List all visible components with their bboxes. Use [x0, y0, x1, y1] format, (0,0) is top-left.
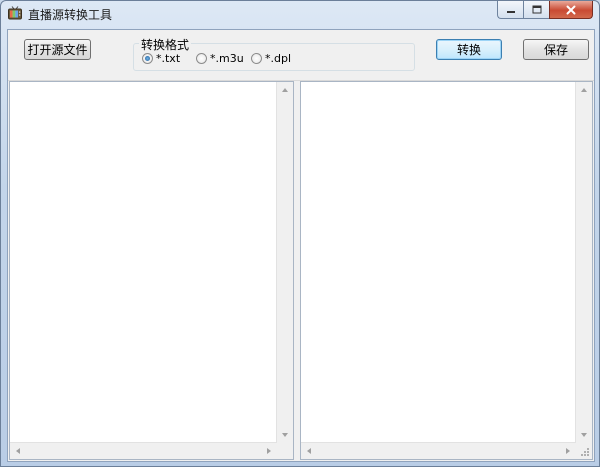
scroll-down-arrow-icon[interactable] [282, 433, 288, 437]
radio-circle [196, 53, 207, 64]
open-source-file-button[interactable]: 打开源文件 [24, 39, 91, 60]
radio-m3u-label: *.m3u [210, 52, 244, 65]
scroll-down-arrow-icon[interactable] [581, 433, 587, 437]
scroll-right-arrow-icon[interactable] [566, 448, 570, 454]
radio-m3u[interactable]: *.m3u [196, 52, 244, 65]
format-group-label: 转换格式 [139, 36, 192, 53]
close-icon [566, 5, 576, 14]
source-textarea[interactable] [9, 81, 294, 460]
app-window: 直播源转换工具 打开源文件 转换格式 *.txt *.m3u *.dpl 转换 … [0, 0, 600, 467]
toolbar: 打开源文件 转换格式 *.txt *.m3u *.dpl 转换 保存 [8, 30, 594, 81]
radio-selected-dot [145, 56, 150, 61]
caption-buttons [497, 1, 593, 20]
scroll-up-arrow-icon[interactable] [282, 88, 288, 92]
client-area: 打开源文件 转换格式 *.txt *.m3u *.dpl 转换 保存 [7, 29, 595, 462]
scroll-left-arrow-icon[interactable] [16, 448, 20, 454]
convert-button[interactable]: 转换 [436, 39, 502, 60]
radio-dpl[interactable]: *.dpl [251, 52, 291, 65]
save-button[interactable]: 保存 [523, 39, 589, 60]
scroll-left-arrow-icon[interactable] [307, 448, 311, 454]
tv-icon [8, 6, 22, 20]
scroll-corner [576, 443, 592, 459]
scroll-up-arrow-icon[interactable] [581, 88, 587, 92]
radio-circle [251, 53, 262, 64]
window-title: 直播源转换工具 [28, 8, 113, 22]
radio-txt-label: *.txt [156, 52, 181, 65]
title-bar[interactable]: 直播源转换工具 [1, 1, 599, 27]
radio-txt[interactable]: *.txt [142, 52, 180, 65]
minimize-icon [506, 10, 515, 13]
close-button[interactable] [549, 1, 593, 19]
scroll-corner [277, 443, 293, 459]
resize-grip-icon[interactable] [580, 447, 590, 457]
vertical-scrollbar[interactable] [276, 82, 293, 443]
maximize-button[interactable] [523, 1, 549, 19]
horizontal-scrollbar[interactable] [301, 442, 576, 459]
vertical-scrollbar[interactable] [575, 82, 592, 443]
radio-dpl-label: *.dpl [265, 52, 292, 65]
output-textarea[interactable] [300, 81, 593, 460]
horizontal-scrollbar[interactable] [10, 442, 277, 459]
text-panes [8, 81, 594, 461]
radio-circle [142, 53, 153, 64]
maximize-icon [532, 5, 541, 14]
minimize-button[interactable] [497, 1, 523, 19]
scroll-right-arrow-icon[interactable] [267, 448, 271, 454]
